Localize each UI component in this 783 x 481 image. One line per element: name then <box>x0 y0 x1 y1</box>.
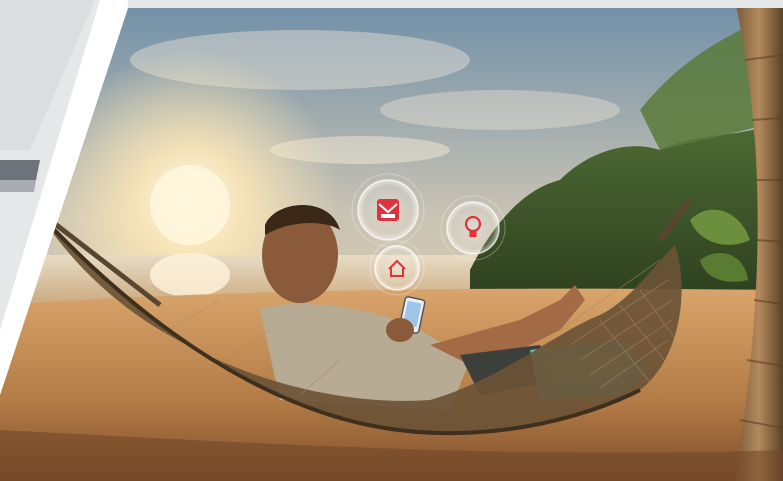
left-panel-bar <box>0 160 40 180</box>
lightbulb-icon <box>440 195 506 261</box>
home-icon <box>369 240 425 296</box>
envelope-icon <box>351 173 425 247</box>
left-panel-bar-light <box>0 180 36 192</box>
photo-scene <box>0 0 783 481</box>
